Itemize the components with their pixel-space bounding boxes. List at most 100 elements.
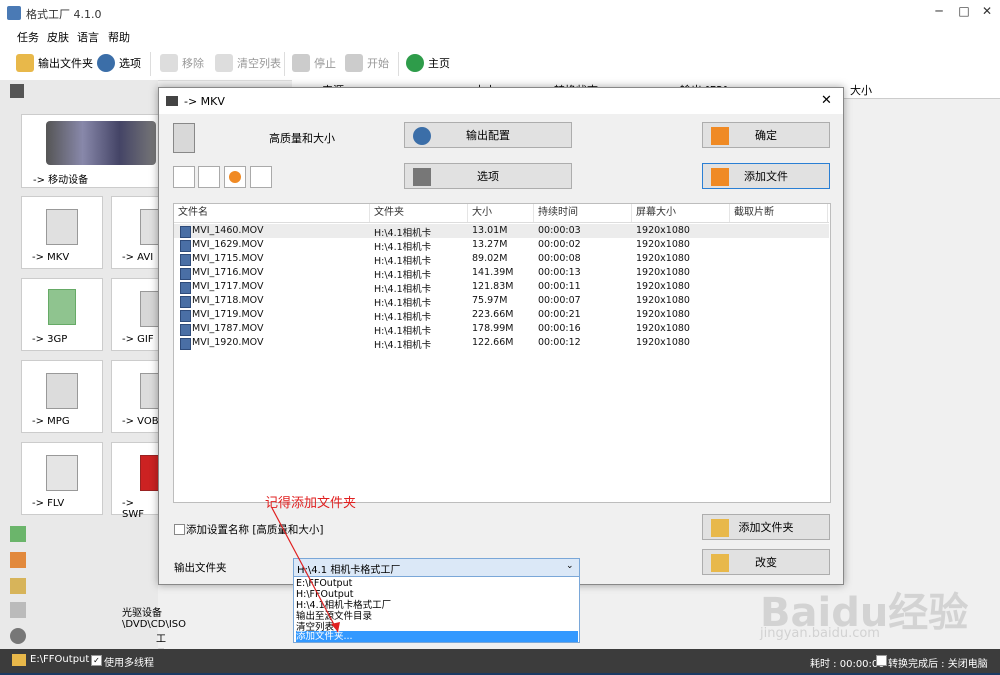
file-list: 文件名 文件夹 大小 持续时间 屏幕大小 截取片断 MVI_1460.MOV H… (173, 203, 831, 503)
folder-icon[interactable] (12, 654, 26, 666)
toolbar-separator (398, 52, 399, 76)
change-button[interactable]: 改变 (702, 549, 830, 575)
tile-flv[interactable]: -> FLV (21, 442, 103, 515)
output-folder-label: 输出文件夹 (174, 562, 227, 574)
table-row[interactable]: MVI_1719.MOV H:\4.1相机卡 223.66M 00:00:21 … (174, 308, 829, 323)
remove-file-icon[interactable] (173, 166, 195, 188)
maximize-icon[interactable]: □ (955, 4, 973, 20)
dialog-close-icon[interactable]: ✕ (821, 93, 832, 108)
col-screen-size[interactable]: 屏幕大小 (632, 204, 730, 222)
gear-icon (97, 54, 115, 72)
app-icon (7, 6, 21, 20)
disc-category-label[interactable]: 光驱设备\DVD\CD\ISO (122, 604, 186, 630)
video-file-icon (180, 268, 191, 280)
tile-swf[interactable]: -> SWF (111, 442, 161, 520)
col-clip[interactable]: 截取片断 (730, 204, 828, 222)
table-row[interactable]: MVI_1787.MOV H:\4.1相机卡 178.99M 00:00:16 … (174, 322, 829, 337)
mpg-icon (46, 373, 78, 409)
table-row[interactable]: MVI_1629.MOV H:\4.1相机卡 13.27M 00:00:02 1… (174, 238, 829, 253)
audio-category-icon[interactable] (10, 526, 26, 542)
menu-language[interactable]: 语言 (77, 29, 99, 45)
dialog-title: -> MKV (184, 95, 225, 108)
close-icon[interactable]: ✕ (978, 4, 996, 20)
video-file-icon (180, 296, 191, 308)
tile-avi[interactable]: -> AVI (111, 196, 161, 269)
document-category-icon[interactable] (10, 578, 26, 594)
confirm-button[interactable]: 确定 (702, 122, 830, 148)
mobile-devices-icon (46, 121, 156, 165)
menu-help[interactable]: 帮助 (108, 29, 130, 45)
menu-task[interactable]: 任务 (17, 29, 39, 45)
add-file-button[interactable]: 添加文件 (702, 163, 830, 189)
tile-mpg[interactable]: -> MPG (21, 360, 103, 433)
toolbar-separator (150, 52, 151, 76)
clear-icon (215, 54, 233, 72)
arrow-right-icon (711, 127, 729, 145)
col-size[interactable]: 大小 (468, 204, 534, 222)
tile-gif[interactable]: -> GIF (111, 278, 161, 351)
folder-icon (16, 54, 34, 72)
video-file-icon (180, 324, 191, 336)
table-row[interactable]: MVI_1718.MOV H:\4.1相机卡 75.97M 00:00:07 1… (174, 294, 829, 309)
stop-button[interactable]: 停止 (292, 52, 336, 74)
video-file-icon (180, 226, 191, 238)
image-category-icon[interactable] (10, 552, 26, 568)
gear-icon (413, 127, 431, 145)
flv-icon (46, 455, 78, 491)
stop-icon (292, 54, 310, 72)
video-file-icon (180, 310, 191, 322)
col-filename[interactable]: 文件名 (174, 204, 370, 222)
dialog-icon (166, 96, 178, 106)
toolbar: 输出文件夹 选项 移除 清空列表 停止 开始 主页 (0, 46, 1000, 81)
after-convert-label: 转换完成后 : 关闭电脑 (888, 659, 988, 670)
options-button[interactable]: 选项 (404, 163, 572, 189)
play-icon[interactable] (224, 166, 246, 188)
output-config-button[interactable]: 输出配置 (404, 122, 572, 148)
window-title: 格式工厂 4.1.0 (26, 8, 102, 21)
multithread-checkbox[interactable]: ✓ (91, 655, 102, 666)
col-duration[interactable]: 持续时间 (534, 204, 632, 222)
add-folder-button[interactable]: 添加文件夹 (702, 514, 830, 540)
table-row[interactable]: MVI_1716.MOV H:\4.1相机卡 141.39M 00:00:13 … (174, 266, 829, 281)
video-file-icon (180, 254, 191, 266)
dialog-title-bar: -> MKV ✕ (159, 88, 843, 114)
table-row[interactable]: MVI_1715.MOV H:\4.1相机卡 89.02M 00:00:08 1… (174, 252, 829, 267)
multithread-label: 使用多线程 (104, 658, 154, 669)
video-file-icon (180, 338, 191, 350)
menu-skin[interactable]: 皮肤 (47, 29, 69, 45)
tile-mobile[interactable]: -> 移动设备 (21, 114, 160, 188)
output-folder-button[interactable]: 输出文件夹 (16, 52, 93, 74)
clear-files-icon[interactable] (198, 166, 220, 188)
home-button[interactable]: 主页 (406, 52, 450, 74)
video-file-icon (180, 240, 191, 252)
video-category-icon[interactable] (10, 84, 24, 98)
tile-3gp[interactable]: -> 3GP (21, 278, 103, 351)
left-panel: -> 移动设备 -> MKV -> AVI -> 3GP -> GIF -> M… (0, 80, 186, 675)
options-button[interactable]: 选项 (97, 52, 141, 74)
info-icon[interactable] (250, 166, 272, 188)
tile-vob[interactable]: -> VOB (111, 360, 161, 433)
table-row[interactable]: MVI_1717.MOV H:\4.1相机卡 121.83M 00:00:11 … (174, 280, 829, 295)
shutdown-checkbox[interactable] (876, 655, 887, 666)
mkv-icon (46, 209, 78, 245)
disc-category-icon[interactable] (10, 602, 26, 618)
output-path: E:\FFOutput (30, 654, 90, 665)
baidu-watermark-url: jingyan.baidu.com (760, 626, 880, 641)
table-row[interactable]: MVI_1460.MOV H:\4.1相机卡 13.01M 00:00:03 1… (174, 224, 829, 239)
remove-icon (160, 54, 178, 72)
add-setting-checkbox[interactable] (174, 524, 185, 535)
film-icon (413, 168, 431, 186)
tools-category-icon[interactable] (10, 628, 26, 644)
remove-button[interactable]: 移除 (160, 52, 204, 74)
globe-icon (406, 54, 424, 72)
col-size2[interactable]: 大小 (850, 82, 872, 98)
title-bar: 格式工厂 4.1.0 ─ □ ✕ (0, 0, 1000, 26)
clear-list-button[interactable]: 清空列表 (215, 52, 281, 74)
start-button[interactable]: 开始 (345, 52, 389, 74)
col-folder[interactable]: 文件夹 (370, 204, 468, 222)
chevron-down-icon[interactable]: ⌄ (566, 561, 574, 571)
status-bar: E:\FFOutput ✓ 使用多线程 耗时 : 00:00:00 转换完成后 … (0, 649, 1000, 673)
tile-mkv[interactable]: -> MKV (21, 196, 103, 269)
minimize-icon[interactable]: ─ (930, 4, 948, 20)
table-row[interactable]: MVI_1920.MOV H:\4.1相机卡 122.66M 00:00:12 … (174, 336, 829, 351)
